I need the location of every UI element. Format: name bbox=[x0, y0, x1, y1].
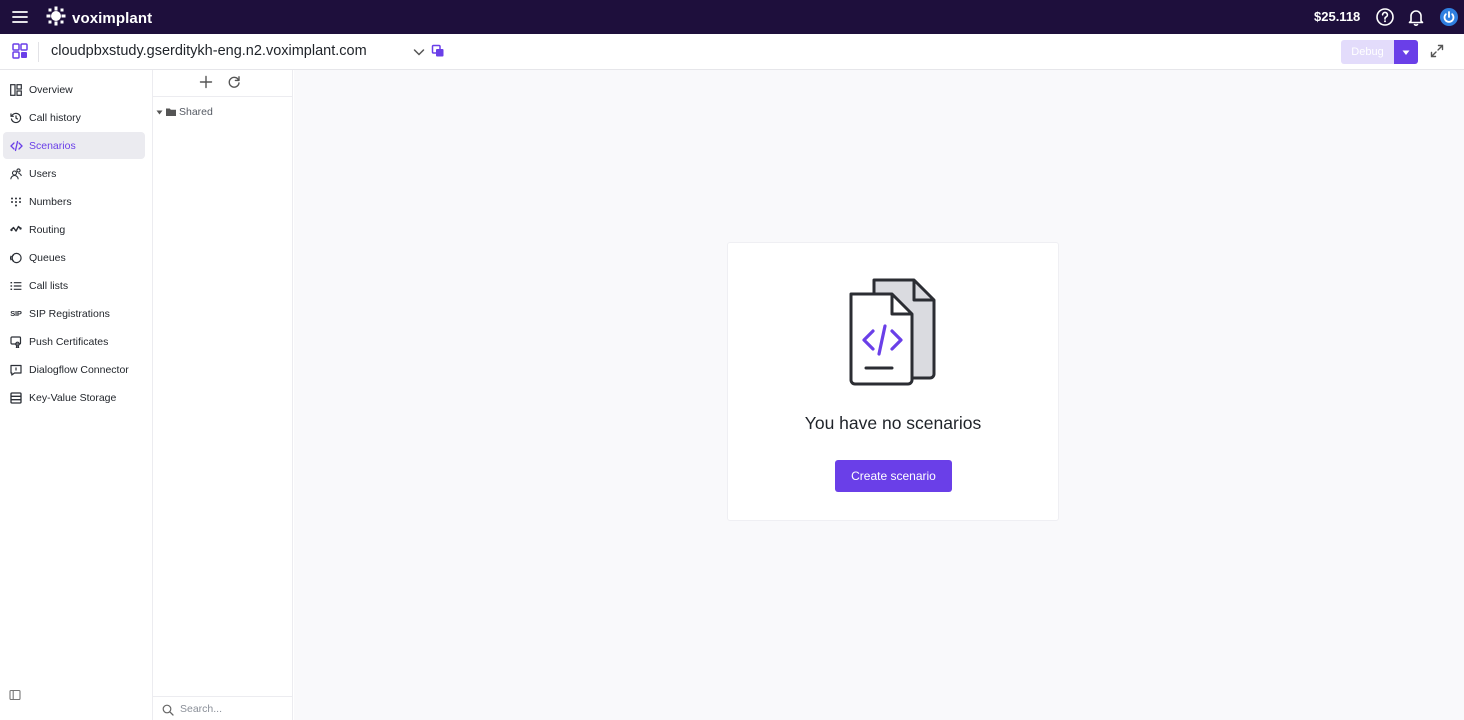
nav-item-routing[interactable]: Routing bbox=[3, 216, 145, 243]
app-bar: cloudpbxstudy.gserditykh-eng.n2.voximpla… bbox=[0, 34, 1464, 70]
certificate-icon bbox=[9, 335, 23, 349]
copy-icon[interactable] bbox=[431, 44, 445, 58]
nav-label: Push Certificates bbox=[29, 335, 109, 348]
nav-label: Queues bbox=[29, 251, 66, 264]
nav-item-key-value-storage[interactable]: Key-Value Storage bbox=[3, 384, 145, 411]
power-icon[interactable] bbox=[1439, 7, 1459, 27]
nav-item-sip-registrations[interactable]: SIP SIP Registrations bbox=[3, 300, 145, 327]
nav-item-users[interactable]: Users bbox=[3, 160, 145, 187]
nav-item-queues[interactable]: Queues bbox=[3, 244, 145, 271]
caret-down-icon bbox=[1402, 43, 1410, 61]
application-name[interactable]: cloudpbxstudy.gserditykh-eng.n2.voximpla… bbox=[51, 43, 367, 59]
folder-shared[interactable]: Shared bbox=[156, 103, 213, 121]
history-icon bbox=[9, 111, 23, 125]
file-toolbar bbox=[153, 70, 293, 97]
nav-item-dialogflow-connector[interactable]: Dialogflow Connector bbox=[3, 356, 145, 383]
debug-dropdown-button[interactable] bbox=[1394, 40, 1418, 64]
list-icon bbox=[9, 279, 23, 293]
scenario-search bbox=[153, 696, 293, 720]
scenario-files-icon bbox=[846, 276, 946, 386]
dashboard-icon bbox=[9, 83, 23, 97]
collapse-sidebar-icon[interactable] bbox=[9, 688, 21, 701]
folder-icon bbox=[166, 103, 176, 121]
create-scenario-button[interactable]: Create scenario bbox=[835, 460, 952, 492]
empty-state-card: You have no scenarios Create scenario bbox=[727, 242, 1059, 521]
users-icon bbox=[9, 167, 23, 181]
nav-label: Numbers bbox=[29, 195, 72, 208]
code-icon bbox=[9, 139, 23, 153]
chevron-down-icon[interactable] bbox=[412, 45, 426, 59]
nav-label: Call history bbox=[29, 111, 81, 124]
left-navigation: Overview Call history Scenarios Users Nu… bbox=[0, 70, 153, 720]
add-icon[interactable] bbox=[199, 75, 213, 89]
folder-label: Shared bbox=[179, 106, 213, 118]
nav-label: Call lists bbox=[29, 279, 69, 292]
voximplant-logo-icon bbox=[46, 6, 66, 31]
scenario-file-panel: Shared bbox=[153, 70, 293, 720]
chat-icon bbox=[9, 363, 23, 377]
help-icon[interactable] bbox=[1375, 7, 1395, 27]
nav-item-scenarios[interactable]: Scenarios bbox=[3, 132, 145, 159]
top-bar: voximplant $25.118 bbox=[0, 0, 1464, 34]
menu-icon[interactable] bbox=[11, 8, 29, 26]
nav-label: Scenarios bbox=[29, 139, 76, 152]
nav-label: Dialogflow Connector bbox=[29, 363, 129, 376]
sip-icon: SIP bbox=[10, 309, 22, 318]
search-input[interactable] bbox=[180, 702, 280, 715]
expand-icon[interactable] bbox=[1429, 43, 1445, 59]
nav-label: Routing bbox=[29, 223, 66, 236]
caret-down-icon bbox=[156, 103, 163, 121]
dialpad-icon bbox=[9, 195, 23, 209]
nav-label: Overview bbox=[29, 83, 73, 96]
storage-icon bbox=[9, 391, 23, 405]
main-content: You have no scenarios Create scenario bbox=[294, 70, 1464, 720]
brand-logo[interactable]: voximplant bbox=[46, 6, 152, 31]
refresh-icon[interactable] bbox=[227, 75, 241, 89]
brand-name: voximplant bbox=[72, 10, 153, 27]
nav-item-call-lists[interactable]: Call lists bbox=[3, 272, 145, 299]
bell-icon[interactable] bbox=[1406, 7, 1426, 27]
nav-label: SIP Registrations bbox=[29, 307, 110, 320]
nav-item-numbers[interactable]: Numbers bbox=[3, 188, 145, 215]
nav-label: Key-Value Storage bbox=[29, 391, 117, 404]
empty-state-title: You have no scenarios bbox=[804, 413, 982, 433]
routing-icon bbox=[9, 223, 23, 237]
queues-icon bbox=[9, 251, 23, 265]
search-icon bbox=[162, 703, 174, 716]
nav-item-overview[interactable]: Overview bbox=[3, 76, 145, 103]
account-balance[interactable]: $25.118 bbox=[1314, 9, 1360, 24]
nav-item-call-history[interactable]: Call history bbox=[3, 104, 145, 131]
divider bbox=[38, 42, 39, 62]
apps-icon[interactable] bbox=[12, 43, 28, 59]
nav-item-push-certificates[interactable]: Push Certificates bbox=[3, 328, 145, 355]
debug-button[interactable]: Debug bbox=[1341, 40, 1394, 64]
nav-label: Users bbox=[29, 167, 57, 180]
